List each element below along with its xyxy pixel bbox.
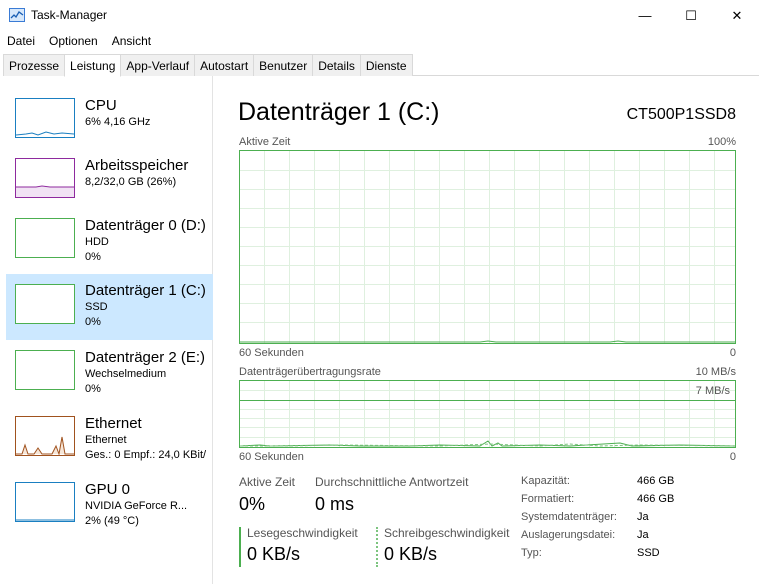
property-type-value: SSD xyxy=(637,547,660,559)
disk-model: CT500P1SSD8 xyxy=(626,106,736,123)
response-time-stat-value: 0 ms xyxy=(315,494,355,514)
cpu-thumbnail-graph xyxy=(15,98,75,138)
property-system-disk-label: Systemdatenträger: xyxy=(521,511,617,523)
tab-autostart[interactable]: Autostart xyxy=(194,54,255,76)
active-time-graph xyxy=(239,150,736,344)
graph-transfer-scale-label: 7 MB/s xyxy=(695,385,730,397)
window-title: Task-Manager xyxy=(31,8,108,22)
task-manager-icon xyxy=(9,8,25,22)
graph-transfer-max: 10 MB/s xyxy=(695,366,736,378)
memory-thumbnail-graph xyxy=(15,158,75,198)
resource-list: CPU 6% 4,16 GHz Arbeitsspeicher 8,2/32,0… xyxy=(0,76,213,584)
maximize-icon: ☐ xyxy=(685,7,697,23)
resource-subtitle: 8,2/32,0 GB (26%) xyxy=(85,176,177,188)
graph-active-time-label: Aktive Zeit xyxy=(239,136,291,148)
property-type-label: Typ: xyxy=(521,547,542,559)
tab-bar: Prozesse Leistung App-Verlauf Autostart … xyxy=(3,54,759,77)
resource-subtitle: NVIDIA GeForce R... xyxy=(85,500,188,512)
response-time-stat-label: Durchschnittliche Antwortzeit xyxy=(315,475,469,489)
resource-value: 2% (49 °C) xyxy=(85,515,139,527)
write-speed-value: 0 KB/s xyxy=(384,544,438,564)
disk-0-thumbnail-graph xyxy=(15,218,75,258)
resource-subtitle: SSD xyxy=(85,301,108,313)
resource-value: 0% xyxy=(85,383,101,395)
disk-2-thumbnail-graph xyxy=(15,350,75,390)
tab-details[interactable]: Details xyxy=(312,54,361,76)
read-speed-legend-bar xyxy=(239,527,241,567)
read-speed-value: 0 KB/s xyxy=(247,544,301,564)
tab-benutzer[interactable]: Benutzer xyxy=(253,54,314,76)
property-formatted-value: 466 GB xyxy=(637,493,675,505)
resource-subtitle: Ethernet xyxy=(85,434,127,446)
transfer-rate-graph: 7 MB/s xyxy=(239,380,736,448)
resource-item-disk-1[interactable]: Datenträger 1 (C:) SSD 0% xyxy=(6,274,213,340)
tab-app-verlauf[interactable]: App-Verlauf xyxy=(120,54,196,76)
resource-value: 0% xyxy=(85,316,101,328)
resource-title: Datenträger 1 (C:) xyxy=(85,282,206,299)
gpu-thumbnail-graph xyxy=(15,482,75,522)
tab-leistung[interactable]: Leistung xyxy=(64,54,122,77)
graph-transfer-min: 0 xyxy=(729,451,736,463)
resource-subtitle: Wechselmedium xyxy=(85,368,167,380)
resource-item-disk-0[interactable]: Datenträger 0 (D:) HDD 0% xyxy=(6,212,213,278)
maximize-button[interactable]: ☐ xyxy=(668,0,714,31)
minimize-icon: — xyxy=(638,8,652,23)
graph-transfer-span: 60 Sekunden xyxy=(239,451,304,463)
write-speed-label: Schreibgeschwindigkeit xyxy=(384,526,510,540)
graph-active-time-span: 60 Sekunden xyxy=(239,347,304,359)
title-bar[interactable]: Task-Manager — ☐ ✕ xyxy=(0,0,759,31)
graph-active-time-min: 0 xyxy=(729,347,736,359)
ethernet-thumbnail-graph xyxy=(15,416,75,456)
property-system-disk-value: Ja xyxy=(637,511,649,523)
resource-subtitle: 6% 4,16 GHz xyxy=(85,116,151,128)
resource-title: Arbeitsspeicher xyxy=(85,157,189,174)
property-pagefile-value: Ja xyxy=(637,529,649,541)
graph-transfer-label: Datenträgerübertragungsrate xyxy=(239,366,381,378)
minimize-button[interactable]: — xyxy=(622,0,668,31)
close-button[interactable]: ✕ xyxy=(714,0,759,31)
property-capacity-label: Kapazität: xyxy=(521,475,570,487)
resource-value: Ges.: 0 Empf.: 24,0 KBit/ xyxy=(85,449,207,461)
menu-ansicht[interactable]: Ansicht xyxy=(105,31,158,51)
write-speed-legend-bar xyxy=(376,527,378,567)
active-time-stat-label: Aktive Zeit xyxy=(239,475,296,489)
read-speed-label: Lesegeschwindigkeit xyxy=(247,526,358,540)
resource-item-ethernet[interactable]: Ethernet Ethernet Ges.: 0 Empf.: 24,0 KB… xyxy=(6,410,213,476)
property-formatted-label: Formatiert: xyxy=(521,493,575,505)
resource-title: GPU 0 xyxy=(85,481,131,498)
detail-title: Datenträger 1 (C:) xyxy=(238,98,440,126)
tab-prozesse[interactable]: Prozesse xyxy=(3,54,66,76)
tab-dienste[interactable]: Dienste xyxy=(359,54,413,76)
resource-item-cpu[interactable]: CPU 6% 4,16 GHz xyxy=(6,92,213,158)
resource-title: CPU xyxy=(85,97,117,114)
close-icon: ✕ xyxy=(731,7,743,23)
property-pagefile-label: Auslagerungsdatei: xyxy=(521,529,616,541)
active-time-stat-value: 0% xyxy=(239,494,266,514)
resource-item-disk-2[interactable]: Datenträger 2 (E:) Wechselmedium 0% xyxy=(6,344,213,410)
disk-1-thumbnail-graph xyxy=(15,284,75,324)
property-capacity-value: 466 GB xyxy=(637,475,675,487)
resource-item-memory[interactable]: Arbeitsspeicher 8,2/32,0 GB (26%) xyxy=(6,152,213,218)
resource-title: Datenträger 0 (D:) xyxy=(85,217,206,234)
resource-value: 0% xyxy=(85,251,101,263)
resource-subtitle: HDD xyxy=(85,236,109,248)
resource-title: Ethernet xyxy=(85,415,142,432)
menu-datei[interactable]: Datei xyxy=(0,31,42,51)
resource-title: Datenträger 2 (E:) xyxy=(85,349,206,366)
graph-active-time-max: 100% xyxy=(707,136,736,148)
resource-item-gpu-0[interactable]: GPU 0 NVIDIA GeForce R... 2% (49 °C) xyxy=(6,476,213,542)
menu-optionen[interactable]: Optionen xyxy=(42,31,105,51)
menu-bar: Datei Optionen Ansicht xyxy=(0,31,158,51)
